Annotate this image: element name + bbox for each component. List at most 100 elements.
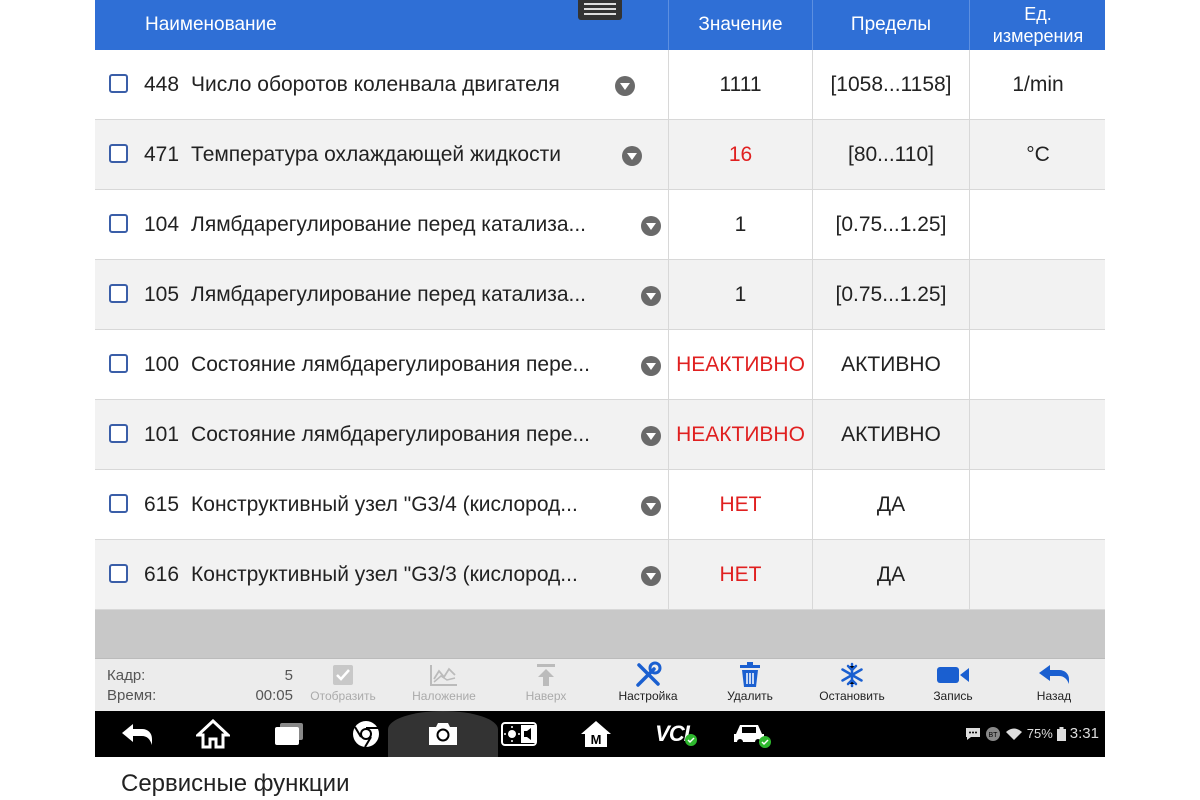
chevron-down-icon[interactable] [641,426,661,446]
android-navigation-bar: M VCI BT 75% 3:31 [95,711,1105,757]
row-checkbox[interactable] [109,494,128,513]
unit-cell [969,400,1106,470]
table-row[interactable]: 105 Лямбдарегулирование перед катализа...… [95,260,1105,330]
parameter-value: 1 [734,283,747,306]
overlay-label: Наложение [412,689,476,703]
parameter-limits: [0.75...1.25] [835,283,947,306]
chevron-down-icon[interactable] [641,216,661,236]
record-label: Запись [933,689,973,703]
unit-cell [969,330,1106,400]
row-checkbox[interactable] [109,144,128,163]
maxifix-button[interactable]: M [574,711,618,757]
chrome-button[interactable] [344,711,388,757]
value-cell: НЕАКТИВНО [668,400,812,470]
chevron-down-icon[interactable] [615,76,635,96]
parameter-value: НЕАКТИВНО [676,353,805,376]
maxifix-home-icon: M [581,721,611,747]
row-checkbox[interactable] [109,214,128,233]
parameter-unit: 1/min [1012,73,1064,96]
unit-cell: 1/min [969,50,1106,120]
brightness-volume-button[interactable] [497,711,541,757]
chevron-down-icon[interactable] [622,146,642,166]
checkbox-icon [333,665,353,685]
chevron-down-icon[interactable] [641,496,661,516]
limits-cell: [0.75...1.25] [812,260,969,330]
overlay-button[interactable]: Наложение [399,661,489,709]
parameter-id: 100 [144,353,180,376]
vci-connected-check-icon [684,734,697,746]
chevron-down-icon[interactable] [641,566,661,586]
row-checkbox[interactable] [109,564,128,583]
record-button[interactable]: Запись [908,661,998,709]
settings-button[interactable]: Настройка [603,661,693,709]
parameter-label: Лямбдарегулирование перед катализа... [191,283,587,306]
parameter-value: НЕАКТИВНО [676,423,805,446]
to-top-button[interactable]: Наверх [501,661,591,709]
frame-time-labels: Кадр: Время: [107,666,156,706]
column-header-units[interactable]: Ед. измерения [969,0,1106,50]
row-checkbox[interactable] [109,424,128,443]
table-row[interactable]: 104 Лямбдарегулирование перед катализа...… [95,190,1105,260]
settings-label: Настройка [618,689,678,703]
table-row[interactable]: 448 Число оборотов коленвала двигателя 111… [95,50,1105,120]
table-row[interactable]: 101 Состояние лямбдарегулирования пере...… [95,400,1105,470]
chevron-down-icon[interactable] [641,356,661,376]
maxifix-letter: M [591,732,602,747]
parameter-name: 616 Конструктивный узел "G3/3 (кислород..… [144,540,578,610]
parameter-id: 471 [144,143,180,166]
to-top-label: Наверх [525,689,567,703]
unit-cell [969,470,1106,540]
drag-handle-icon[interactable] [578,0,622,20]
row-checkbox[interactable] [109,354,128,373]
nav-back-button[interactable] [115,711,159,757]
parameter-limits: [1058...1158] [830,73,952,96]
frame-label: Кадр: [107,667,146,684]
table-row[interactable]: 100 Состояние лямбдарегулирования пере...… [95,330,1105,400]
vci-label: VCI [655,721,690,746]
chrome-icon [353,721,379,748]
vehicle-status-button[interactable] [730,711,774,757]
recent-apps-icon [275,723,303,745]
bt-label: BT [988,732,998,739]
parameter-label: Число оборотов коленвала двигателя [191,73,560,96]
table-header: Наименование Значение Пределы Ед. измере… [95,0,1105,50]
table-row[interactable]: 471 Температура охлаждающей жидкости 16 [80… [95,120,1105,190]
back-button[interactable]: Назад [1009,661,1099,709]
row-checkbox[interactable] [109,74,128,93]
parameter-id: 104 [144,213,180,236]
column-header-value[interactable]: Значение [668,0,812,50]
parameter-unit: °C [1026,143,1050,166]
freeze-button[interactable]: Остановить [807,661,897,709]
chevron-down-icon[interactable] [641,286,661,306]
parameter-limits: [0.75...1.25] [835,213,947,236]
display-button[interactable]: Отобразить [298,661,388,709]
limits-cell: ДА [812,470,969,540]
nav-home-button[interactable] [191,711,235,757]
vci-status-button[interactable]: VCI [651,711,701,757]
row-checkbox[interactable] [109,284,128,303]
limits-cell: АКТИВНО [812,400,969,470]
parameter-value: НЕТ [719,563,762,586]
battery-icon [1056,726,1066,741]
unit-cell [969,540,1106,610]
display-label: Отобразить [310,689,376,703]
freeze-label: Остановить [819,689,885,703]
parameter-name: 615 Конструктивный узел "G3/4 (кислород..… [144,470,578,540]
screenshot-button[interactable] [421,711,465,757]
app-screen: Наименование Значение Пределы Ед. измере… [95,0,1105,757]
trash-icon [740,662,760,687]
parameter-label: Состояние лямбдарегулирования пере... [191,353,590,376]
value-cell: НЕТ [668,470,812,540]
table-row[interactable]: 615 Конструктивный узел "G3/4 (кислород..… [95,470,1105,540]
frame-value: 5 [284,667,293,684]
parameter-label: Состояние лямбдарегулирования пере... [191,423,590,446]
parameter-id: 615 [144,493,180,516]
delete-button[interactable]: Удалить [705,661,795,709]
time-value: 00:05 [255,687,293,704]
column-header-limits[interactable]: Пределы [812,0,969,50]
table-row[interactable]: 616 Конструктивный узел "G3/3 (кислород..… [95,540,1105,610]
time-label: Время: [107,687,157,704]
limits-cell: [0.75...1.25] [812,190,969,260]
limits-cell: ДА [812,540,969,610]
nav-recents-button[interactable] [267,711,311,757]
